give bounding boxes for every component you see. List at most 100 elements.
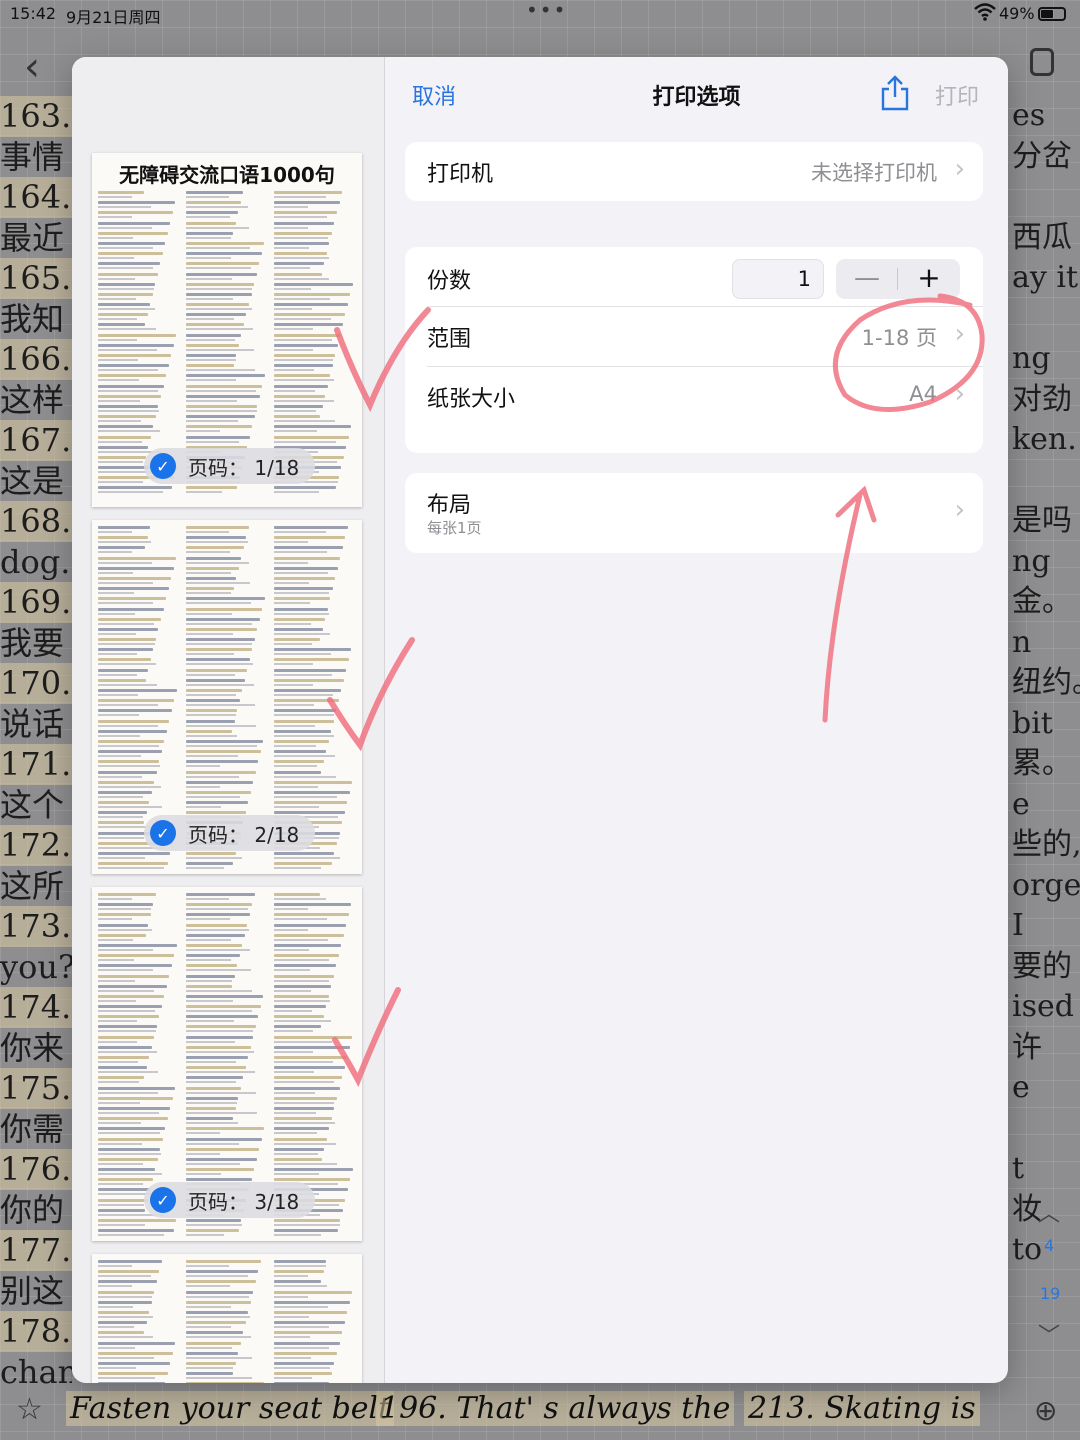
right-line: 许	[1012, 1029, 1042, 1065]
right-line: 要的	[1012, 948, 1072, 984]
printer-group: 打印机 未选择打印机 ›	[405, 142, 983, 201]
right-line: 些的,	[1012, 827, 1080, 862]
left-line: 165.	[0, 258, 72, 299]
left-line: 说话	[0, 704, 65, 743]
layout-row[interactable]: 布局 每张1页 ›	[405, 473, 983, 553]
right-line: ken.	[1012, 422, 1077, 457]
copies-stepper: — +	[836, 259, 960, 299]
left-line: you?	[0, 947, 72, 986]
background-left-notes: 163. 事情 164. 最近 165. 我知 166. 这样 167. 这是 168. dog. 16…	[0, 96, 72, 1392]
printer-label: 打印机	[427, 162, 494, 187]
dialog-nav-bar: 取消 打印选项 打印	[385, 57, 1008, 131]
left-line: 事情	[0, 137, 65, 176]
chevron-right-icon: ›	[954, 379, 965, 409]
background-bottom-notes: Fasten your seat belt 196. That' s alway…	[0, 1385, 1080, 1440]
right-line: 累。	[1012, 746, 1072, 781]
left-line: 172.	[0, 825, 72, 866]
page-badge-label: 页码： 1/18	[188, 455, 300, 480]
right-line: 西瓜	[1012, 219, 1072, 255]
side-page-total: 19	[1040, 1284, 1061, 1303]
left-line: 177.	[0, 1230, 72, 1271]
copy-icon[interactable]	[1030, 48, 1054, 76]
background-right-notes: es 分岔西瓜 ay it ng 对劲 ken. 是吗 ng 金。 n 纽约。 bit 累。 e 些的, or…	[1008, 96, 1080, 1311]
left-line: 167.	[0, 420, 72, 461]
checkmark-icon: ✓	[150, 1187, 176, 1213]
decrement-button[interactable]: —	[836, 259, 898, 299]
print-preview-pane[interactable]: 无障碍交流口语1000句 ✓ 页码： 1/18 ✓ 页码： 2/18 ✓ 页码：…	[72, 57, 385, 1383]
battery-icon	[1038, 7, 1066, 21]
share-icon[interactable]	[879, 75, 911, 111]
right-line: orget	[1012, 867, 1080, 903]
left-line: 166.	[0, 339, 72, 380]
left-line: 171.	[0, 744, 72, 785]
right-line: ng	[1012, 341, 1051, 376]
page-badge-label: 页码： 2/18	[188, 822, 300, 847]
right-line	[1008, 461, 1080, 502]
right-line: 对劲	[1012, 381, 1072, 417]
checkmark-icon: ✓	[150, 820, 176, 846]
wifi-icon	[974, 3, 996, 21]
layout-group: 布局 每张1页 ›	[405, 473, 983, 553]
chevron-up-icon[interactable]: ︿	[1038, 1196, 1060, 1228]
star-icon[interactable]: ☆	[16, 1392, 43, 1427]
copies-input[interactable]: 1	[732, 259, 824, 299]
print-button[interactable]: 打印	[935, 79, 979, 111]
layout-label: 布局	[427, 493, 472, 518]
left-line: 163.	[0, 96, 72, 137]
back-chevron-icon[interactable]: ‹	[24, 44, 40, 90]
page-badge-1[interactable]: ✓ 页码： 1/18	[144, 448, 316, 484]
left-line: 173.	[0, 906, 72, 947]
print-options-group: 份数 1 — + 范围 1-18 页 › 纸张大小 A4 ›	[405, 247, 983, 453]
increment-button[interactable]: +	[898, 259, 960, 299]
chevron-down-icon[interactable]: ﹀	[1038, 1318, 1060, 1350]
left-line: 这样	[0, 380, 65, 419]
chevron-right-icon: ›	[954, 495, 965, 525]
left-line: 169.	[0, 582, 72, 623]
bottom-text-3: 213. Skating is	[744, 1391, 980, 1426]
left-line: 164.	[0, 177, 72, 218]
left-line: 你的	[0, 1190, 65, 1229]
paper-size-row[interactable]: 纸张大小 A4 ›	[405, 367, 983, 426]
right-line: ay it	[1012, 260, 1079, 295]
range-label: 范围	[427, 327, 472, 352]
right-line: bit	[1012, 705, 1053, 741]
battery-percent: 49%	[999, 4, 1035, 23]
left-line: 别这	[0, 1271, 65, 1310]
right-line: ng	[1012, 543, 1051, 579]
left-line: 我要	[0, 623, 65, 662]
right-line	[1008, 177, 1080, 218]
left-line: 174.	[0, 987, 72, 1028]
right-line: e	[1012, 786, 1030, 822]
layout-subtitle: 每张1页	[427, 519, 482, 537]
zoom-in-icon[interactable]: ⊕	[1034, 1394, 1057, 1427]
bottom-text-2: 196. That' s always the	[376, 1391, 735, 1426]
printer-value: 未选择打印机	[811, 161, 937, 185]
status-time: 15:42	[10, 4, 57, 23]
page-badge-3[interactable]: ✓ 页码： 3/18	[144, 1182, 316, 1218]
dialog-title: 打印选项	[652, 85, 741, 110]
print-settings-pane: 取消 打印选项 打印 打印机 未选择打印机 › 份数 1 — + 范围 1-18…	[385, 57, 1008, 1383]
paper-size-value: A4	[909, 382, 937, 406]
page-badge-2[interactable]: ✓ 页码： 2/18	[144, 815, 316, 851]
chevron-right-icon: ›	[954, 154, 965, 184]
multitask-dots-icon[interactable]: •••	[526, 0, 567, 22]
right-line: t	[1012, 1151, 1025, 1186]
printer-row[interactable]: 打印机 未选择打印机 ›	[405, 142, 983, 201]
right-line: e	[1012, 1070, 1030, 1105]
range-row[interactable]: 范围 1-18 页 ›	[405, 307, 983, 366]
paper-size-label: 纸张大小	[427, 387, 516, 412]
left-line: 170.	[0, 663, 72, 704]
page-badge-label: 页码： 3/18	[188, 1189, 300, 1214]
preview-page-4[interactable]	[92, 1254, 362, 1383]
range-value: 1-18 页	[861, 326, 937, 350]
left-line: 168.	[0, 501, 72, 542]
right-line: n	[1012, 624, 1032, 660]
status-bar: 15:42 9月21日周四 ••• 49%	[0, 0, 1080, 28]
left-line: 这个	[0, 785, 65, 824]
right-line: I	[1012, 908, 1024, 943]
left-line: 这是	[0, 461, 65, 500]
copies-row: 份数 1 — +	[405, 247, 983, 307]
preview-doc-title: 无障碍交流口语1000句	[119, 163, 335, 187]
copies-label: 份数	[427, 269, 472, 294]
left-line: dog.	[0, 542, 71, 581]
